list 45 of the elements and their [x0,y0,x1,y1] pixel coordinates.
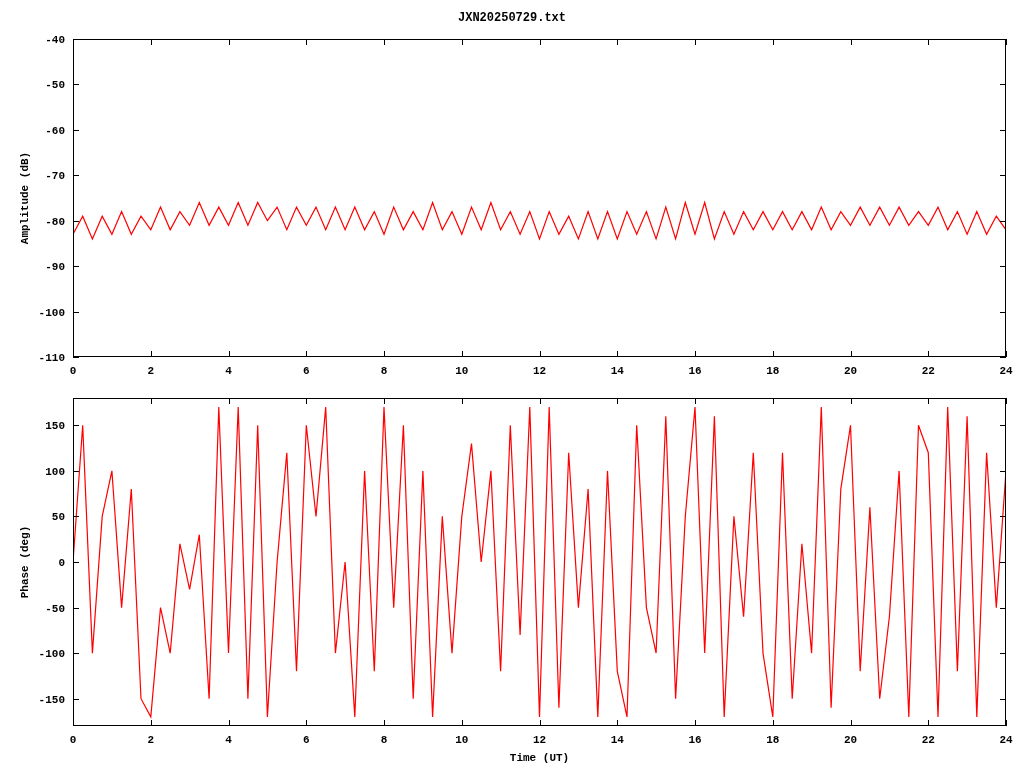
tick-label: 22 [921,734,935,746]
tick-label: -110 [38,352,65,364]
tick-label: 0 [69,734,77,746]
tick-label: 4 [225,734,232,746]
tick-label: 20 [843,734,858,746]
axis-title: Time (UT) [509,752,570,764]
tick-label: 100 [45,465,65,478]
tick-label: -40 [45,34,65,46]
tick-label: 50 [51,511,65,524]
tick-label: -60 [45,124,65,137]
tick-label: 4 [225,365,232,377]
tick-label: 24 [999,365,1013,377]
tick-label: -100 [38,648,65,661]
tick-label: -100 [38,306,65,319]
tick-label: 14 [610,365,624,377]
tick-label: 14 [610,734,624,746]
tick-label: -80 [45,215,65,228]
tick-label: 12 [532,365,547,377]
tick-label: 6 [302,734,310,746]
tick-label: 18 [766,365,780,377]
tick-label: 6 [302,365,310,377]
tick-label: 0 [69,365,77,377]
tick-label: 12 [532,734,547,746]
tick-label: 20 [843,365,858,377]
tick-label: -90 [45,261,65,274]
tick-label: 150 [45,420,65,433]
axis-title: Amplitude (dB) [19,151,31,245]
chart-title: JXN20250729.txt [458,11,566,25]
axis-title: Phase (deg) [19,525,31,599]
tick-label: 10 [455,365,469,377]
tick-label: -150 [38,693,65,706]
tick-label: 24 [999,734,1013,746]
tick-label: 8 [380,365,388,377]
tick-label: 16 [688,365,702,377]
tick-label: 2 [147,365,155,377]
tick-label: 10 [455,734,469,746]
tick-label: 22 [921,365,935,377]
tick-label: 16 [688,734,702,746]
tick-label: -50 [45,79,65,92]
tick-label: 0 [58,557,65,569]
tick-label: 18 [766,734,780,746]
tick-label: 8 [380,734,388,746]
tick-label: -50 [45,602,65,615]
tick-label: 2 [147,734,155,746]
tick-label: -70 [45,170,65,183]
